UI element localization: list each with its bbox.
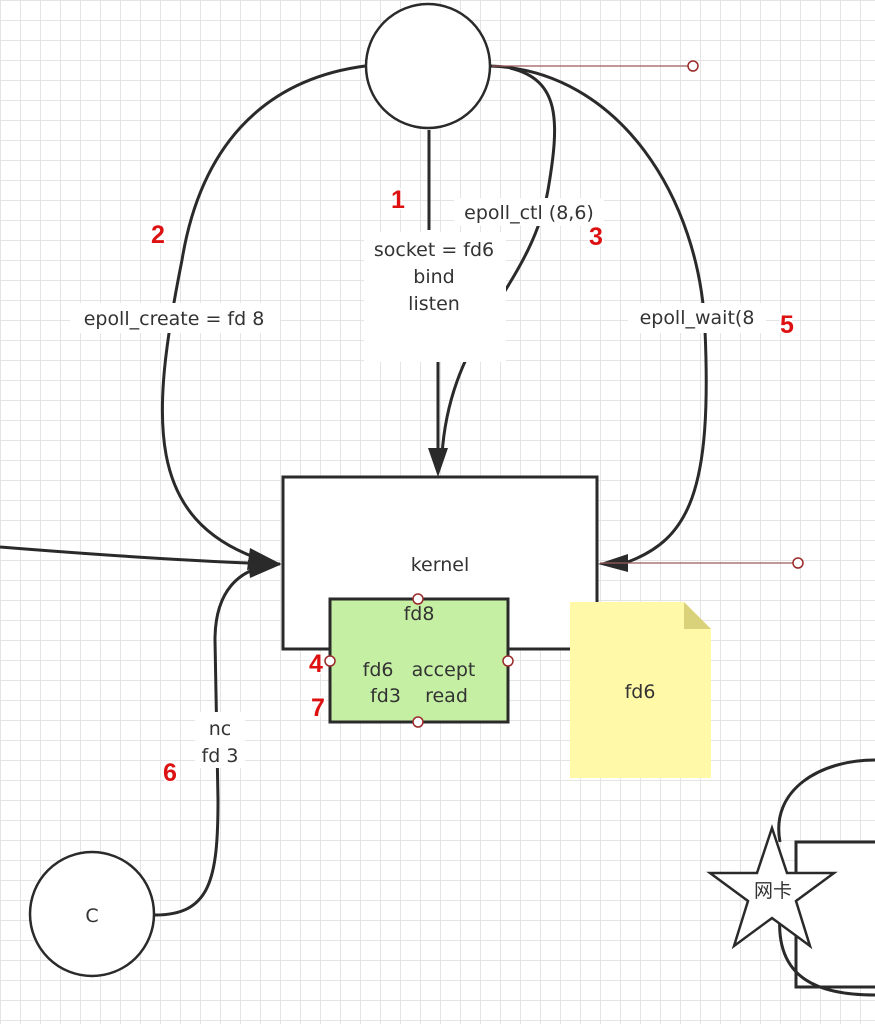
server-process-circle[interactable] bbox=[364, 2, 492, 130]
kernel-label: kernel bbox=[411, 554, 470, 576]
nc-fd-label: fd 3 bbox=[202, 745, 239, 767]
client-label: C bbox=[85, 905, 98, 927]
step-number-2: 2 bbox=[151, 221, 165, 249]
step-number-3: 3 bbox=[589, 223, 603, 251]
socket-arrowhead bbox=[428, 448, 448, 477]
selection-handle-right[interactable] bbox=[792, 557, 804, 569]
step-number-4: 4 bbox=[309, 650, 323, 678]
nic-box[interactable] bbox=[794, 840, 875, 989]
epoll-ctl-label: epoll_ctl (8,6) bbox=[464, 202, 594, 224]
epoll-fd-label: fd8 bbox=[404, 603, 435, 625]
socket-label: socket = fd6 bbox=[374, 239, 494, 261]
listen-label: listen bbox=[408, 293, 460, 315]
nic-label: 网卡 bbox=[754, 880, 792, 902]
step-number-6: 6 bbox=[163, 759, 177, 787]
epoll-wait-label: epoll_wait(8 bbox=[640, 307, 755, 329]
ready-box-handle-right[interactable] bbox=[502, 655, 514, 667]
ready-box-handle-left[interactable] bbox=[324, 655, 336, 667]
step-number-1: 1 bbox=[391, 186, 405, 214]
epoll-diagram: kernel fd8 fd6 accept fd3 read fd6 C 网卡 … bbox=[0, 2, 875, 997]
ready-box-handle-bottom[interactable] bbox=[412, 716, 424, 728]
nc-label: nc bbox=[209, 718, 232, 740]
note-fold bbox=[684, 602, 711, 629]
nic-upper-edge bbox=[777, 758, 875, 843]
step-number-5: 5 bbox=[780, 311, 794, 339]
ready-item-fd6: fd6 accept bbox=[363, 659, 476, 681]
epoll-create-label: epoll_create = fd 8 bbox=[84, 308, 265, 330]
step-number-7: 7 bbox=[311, 694, 325, 722]
note-label: fd6 bbox=[625, 681, 656, 703]
ready-item-fd3: fd3 read bbox=[370, 685, 468, 707]
selection-handle-top[interactable] bbox=[687, 60, 699, 72]
bind-label: bind bbox=[413, 266, 454, 288]
ready-box-handle-top[interactable] bbox=[412, 593, 424, 605]
